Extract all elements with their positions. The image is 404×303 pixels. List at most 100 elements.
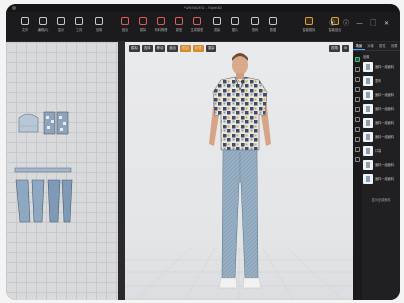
fabric-thumbnail	[363, 103, 373, 114]
fabric-name: 里布	[375, 79, 382, 83]
tool-tool[interactable]: 工具	[70, 17, 88, 37]
prototype-icon	[175, 17, 183, 25]
image-icon	[231, 17, 239, 25]
tool-file[interactable]: 文件	[16, 17, 34, 37]
viewport-tool-button[interactable]: 折叠	[192, 45, 204, 52]
tool-label: 放码	[251, 28, 259, 32]
panel-tab[interactable]: 设置	[388, 42, 400, 50]
tool-edit[interactable]: 编辑(E)	[34, 17, 52, 37]
tool-label: 工具	[75, 28, 83, 32]
viewport-tool-button[interactable]: 缝合	[167, 45, 179, 52]
topstitch-icon[interactable]	[355, 97, 360, 102]
layer-icon[interactable]	[355, 127, 360, 132]
graphic-icon[interactable]	[355, 107, 360, 112]
fabric-list-item[interactable]: 面料一组面料	[363, 102, 399, 115]
fabric-name: 面料一组面料	[375, 163, 395, 167]
fabric-name: 口袋	[375, 149, 382, 153]
grading-icon	[251, 17, 259, 25]
tool-label: 图片	[231, 28, 239, 32]
app-window: *UNSAVED - Style3D 文件 编辑(E) 显示 工具 设置 缝合 模拟 布料物理…	[6, 4, 400, 300]
tool-icon	[75, 17, 83, 25]
tool-label: 布料物理	[154, 28, 168, 32]
fabric-list-item[interactable]: 面料一组面料	[363, 116, 399, 129]
panel-tab[interactable]: 对象	[365, 42, 377, 50]
tool-label: 文件	[21, 28, 29, 32]
panel-tabs: 场景 对象 属性 设置	[353, 42, 400, 51]
fabric-name: 面料一组面料	[375, 65, 395, 69]
physics-icon	[157, 17, 165, 25]
light-icon[interactable]	[355, 157, 360, 162]
viewport-view-button[interactable]: ⚙	[341, 45, 349, 52]
trim-icon[interactable]	[355, 117, 360, 122]
fabric-thumbnail	[363, 159, 373, 170]
fabric-list: 设置 面料一组面料 里布 面料一组面料 面料一组面料 面料一组面料 面料一组面料 口袋 面料一…	[363, 54, 399, 186]
ai-sim-icon	[305, 17, 313, 25]
tool-label: 编辑(E)	[37, 28, 49, 32]
tool-physics[interactable]: 布料物理	[152, 17, 170, 37]
fabric-list-item[interactable]: 口袋	[363, 144, 399, 157]
tool-sew[interactable]: 缝合	[116, 17, 134, 37]
panel-icon-strip	[353, 52, 362, 300]
avatar-model[interactable]	[195, 52, 285, 300]
camera-icon[interactable]	[355, 147, 360, 152]
fabric-thumbnail	[363, 145, 373, 156]
zipper-icon[interactable]	[355, 77, 360, 82]
window-controls[interactable]: ⦿ ⓘ — ▢ ✕	[329, 18, 392, 27]
shirt-back-pattern[interactable]	[16, 112, 41, 134]
button-icon[interactable]	[355, 67, 360, 72]
collar-pattern[interactable]	[14, 166, 74, 174]
panel-divider[interactable]	[118, 42, 125, 300]
shirt-front-pattern[interactable]	[42, 110, 72, 136]
tool-ai-sim[interactable]: 智能模拟	[296, 17, 322, 37]
pattern-2d-panel[interactable]	[6, 42, 118, 300]
simulate-icon	[139, 17, 147, 25]
fabric-list-item[interactable]: 面料一组面料	[363, 60, 399, 73]
trouser-pattern[interactable]	[14, 178, 74, 224]
viewport-tool-button[interactable]: 选择	[141, 45, 153, 52]
tool-data[interactable]: 数据	[264, 17, 282, 37]
viewport-view-button[interactable]: 视角	[329, 45, 340, 52]
tool-label: 显示	[57, 28, 65, 32]
viewport-3d[interactable]: 模拟 选择 移动 缝合 固定 折叠 渲染 视角 ⚙	[125, 42, 353, 300]
fabric-list-item[interactable]: 面料一组面料	[363, 88, 399, 101]
title-bar: *UNSAVED - Style3D	[6, 4, 400, 12]
tool-display[interactable]: 显示	[52, 17, 70, 37]
panel-tab[interactable]: 属性	[377, 42, 389, 50]
tool-settings[interactable]: 设置	[90, 17, 108, 37]
panel-tab[interactable]: 场景	[353, 42, 365, 50]
fabric-list-item[interactable]: 里布	[363, 74, 399, 87]
object-browser-panel: 场景 对象 属性 设置 设置 面料一组面料 里布 面料一组面料 面料一组面料 面料一组面料 面料…	[353, 42, 400, 300]
avatar-icon[interactable]	[355, 137, 360, 142]
pattern-icon[interactable]	[355, 87, 360, 92]
display-icon	[57, 17, 65, 25]
fabric-list-item[interactable]: 面料一组面料	[363, 158, 399, 171]
tool-render[interactable]: 渲染	[208, 17, 226, 37]
fabric-thumbnail	[363, 173, 373, 184]
fabric-list-item[interactable]: 面料一组面料	[363, 172, 399, 185]
tool-label: 设置	[95, 28, 103, 32]
show-all-fabrics-button[interactable]: 显示全部面料	[363, 197, 399, 202]
tool-image[interactable]: 图片	[226, 17, 244, 37]
settings-icon	[95, 17, 103, 25]
tool-label: 智能模拟	[302, 28, 316, 32]
fabric-thumbnail	[363, 61, 373, 72]
fabric-icon[interactable]	[355, 57, 360, 62]
tool-label: 生成模型	[190, 28, 204, 32]
tool-grading[interactable]: 放码	[246, 17, 264, 37]
tool-simulate[interactable]: 模拟	[134, 17, 152, 37]
viewport-tool-button[interactable]: 模拟	[129, 45, 140, 52]
window-title: *UNSAVED - Style3D	[183, 5, 223, 10]
viewport-tool-button[interactable]: 渲染	[205, 45, 217, 52]
tool-generate[interactable]: 生成模型	[188, 17, 206, 37]
viewport-tool-button[interactable]: 移动	[154, 45, 166, 52]
tool-prototype[interactable]: 原型	[170, 17, 188, 37]
viewport-tool-button[interactable]: 固定	[180, 45, 191, 52]
tool-label: 数据	[269, 28, 277, 32]
fabric-list-item[interactable]: 面料一组面料	[363, 130, 399, 143]
fabric-name: 面料一组面料	[375, 135, 395, 139]
render-icon	[213, 17, 221, 25]
fabric-thumbnail	[363, 117, 373, 128]
fabric-name: 面料一组面料	[375, 177, 395, 181]
fabric-name: 面料一组面料	[375, 121, 395, 125]
fabric-thumbnail	[363, 131, 373, 142]
